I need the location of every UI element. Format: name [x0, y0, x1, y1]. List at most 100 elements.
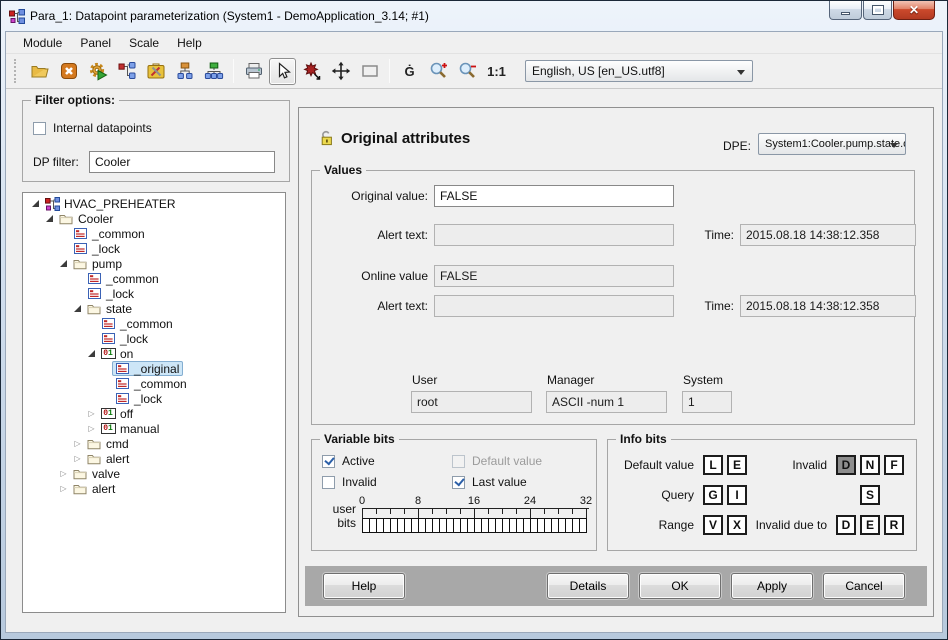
app-icon: [9, 9, 25, 24]
tree-item-_common[interactable]: _common: [23, 226, 285, 241]
tree-item-_lock[interactable]: _lock: [23, 286, 285, 301]
expander-icon[interactable]: ▷: [71, 454, 84, 463]
original-value-input[interactable]: [434, 185, 674, 207]
start-runtime-icon[interactable]: [84, 58, 111, 85]
dp-groups-icon[interactable]: [200, 58, 227, 85]
user-bit-cell[interactable]: [579, 518, 587, 533]
zoom-out-icon[interactable]: [454, 58, 481, 85]
expander-icon[interactable]: [85, 350, 98, 357]
tree-item-_common[interactable]: _common: [23, 271, 285, 286]
dpe-select[interactable]: System1:Cooler.pump.state.on: [758, 133, 906, 155]
expander-icon[interactable]: ▷: [57, 469, 70, 478]
dp-types-icon[interactable]: [171, 58, 198, 85]
datapoint-tree[interactable]: HVAC_PREHEATERCooler_common_lockpump_com…: [22, 192, 286, 613]
help-button[interactable]: Help: [323, 573, 405, 599]
tree-item-state[interactable]: state: [23, 301, 285, 316]
expander-icon[interactable]: [43, 215, 56, 222]
expander-icon[interactable]: ▷: [57, 484, 70, 493]
time-label: Time:: [690, 299, 734, 313]
tree-item-cmd[interactable]: ▷ cmd: [23, 436, 285, 451]
expander-icon[interactable]: ▷: [85, 409, 98, 418]
zoom-box-icon[interactable]: [356, 58, 383, 85]
tree-item-label: _original: [134, 362, 179, 376]
checkbox-icon[interactable]: [33, 122, 46, 135]
language-select[interactable]: English, US [en_US.utf8]: [525, 60, 753, 82]
expander-icon[interactable]: [71, 305, 84, 312]
maximize-button[interactable]: [863, 1, 892, 20]
menu-panel[interactable]: Panel: [71, 34, 120, 52]
move-tool-icon[interactable]: [327, 58, 354, 85]
tree-item-alert[interactable]: ▷alert: [23, 481, 285, 496]
checkbox-icon[interactable]: [452, 476, 465, 489]
language-value: English, US [en_US.utf8]: [532, 64, 665, 78]
tree-item-pump[interactable]: pump: [23, 256, 285, 271]
close-button[interactable]: ✕: [893, 1, 935, 20]
expander-icon[interactable]: [29, 200, 42, 207]
expander-icon[interactable]: ▷: [85, 424, 98, 433]
tree-item-_lock[interactable]: _lock: [23, 391, 285, 406]
print-icon[interactable]: [240, 58, 267, 85]
apply-button[interactable]: Apply: [731, 573, 813, 599]
checkbox-icon[interactable]: [322, 476, 335, 489]
info-bits-left-label: Query: [614, 488, 694, 502]
tree-item-label: Cooler: [78, 212, 113, 226]
menu-module[interactable]: Module: [14, 34, 71, 52]
tree-item-label: _common: [120, 317, 173, 331]
close-module-icon[interactable]: [55, 58, 82, 85]
zoom-ratio-label[interactable]: 1:1: [483, 58, 510, 85]
config-icon: [72, 242, 88, 255]
info-bits-row: QueryGIS: [614, 484, 904, 505]
info-bits-row: Default valueLEInvalidDNF: [614, 454, 904, 475]
menu-scale[interactable]: Scale: [120, 34, 168, 52]
zoom-reset-icon[interactable]: Ġ: [396, 58, 423, 85]
dpe-value: System1:Cooler.pump.state.on: [765, 138, 906, 150]
zoom-in-icon[interactable]: [425, 58, 452, 85]
title-bar[interactable]: Para_1: Datapoint parameterization (Syst…: [7, 1, 941, 31]
info-bit-E: E: [727, 455, 747, 475]
details-button[interactable]: Details: [547, 573, 629, 599]
refresh-tool-icon[interactable]: [298, 58, 325, 85]
expander-icon[interactable]: ▷: [71, 439, 84, 448]
checkbox-last-value[interactable]: Last value: [452, 475, 542, 489]
tree-item-off[interactable]: ▷01off: [23, 406, 285, 421]
tree-item-valve[interactable]: ▷valve: [23, 466, 285, 481]
dp-node-icon: [44, 197, 60, 211]
tree-item-_lock[interactable]: _lock: [23, 241, 285, 256]
tree-item-_common[interactable]: _common: [23, 316, 285, 331]
toolbox-icon[interactable]: [142, 58, 169, 85]
checkbox-invalid[interactable]: Invalid: [322, 475, 452, 489]
open-module-icon[interactable]: [26, 58, 53, 85]
tree-item-label: state: [106, 302, 132, 316]
chevron-down-icon: [737, 70, 745, 75]
toolbar-grip-icon[interactable]: [14, 59, 19, 83]
config-icon: [72, 227, 88, 240]
tree-item-_original[interactable]: _original: [23, 361, 285, 376]
system-field: [682, 391, 732, 413]
tree-item-on[interactable]: 01on: [23, 346, 285, 361]
pointer-tool-icon[interactable]: [269, 58, 296, 85]
cancel-button[interactable]: Cancel: [823, 573, 905, 599]
para-window: Para_1: Datapoint parameterization (Syst…: [0, 0, 948, 640]
tree-item-label: cmd: [106, 437, 129, 451]
ruler-label: 16: [468, 495, 480, 507]
tree-item-Cooler[interactable]: Cooler: [23, 211, 285, 226]
checkbox-active[interactable]: Active: [322, 454, 452, 468]
tree-item-HVAC_PREHEATER[interactable]: HVAC_PREHEATER: [23, 196, 285, 211]
user-bits-label: user bits: [320, 502, 356, 530]
expander-icon[interactable]: [57, 260, 70, 267]
tree-item-_lock[interactable]: _lock: [23, 331, 285, 346]
tree-item-_common[interactable]: _common: [23, 376, 285, 391]
minimize-button[interactable]: [829, 1, 862, 20]
original-value-label: Original value:: [320, 189, 428, 203]
tree-item-label: _lock: [106, 287, 134, 301]
checkbox-icon[interactable]: [322, 455, 335, 468]
info-bits-group: Info bits Default valueLEInvalidDNFQuery…: [607, 439, 917, 551]
internal-datapoints-checkbox[interactable]: Internal datapoints: [33, 121, 152, 135]
dp-tree-icon[interactable]: [113, 58, 140, 85]
menu-help[interactable]: Help: [168, 34, 211, 52]
online-time-field: [740, 295, 916, 317]
dp-filter-input[interactable]: [89, 151, 275, 173]
tree-item-alert[interactable]: ▷alert: [23, 451, 285, 466]
tree-item-manual[interactable]: ▷01manual: [23, 421, 285, 436]
ok-button[interactable]: OK: [639, 573, 721, 599]
